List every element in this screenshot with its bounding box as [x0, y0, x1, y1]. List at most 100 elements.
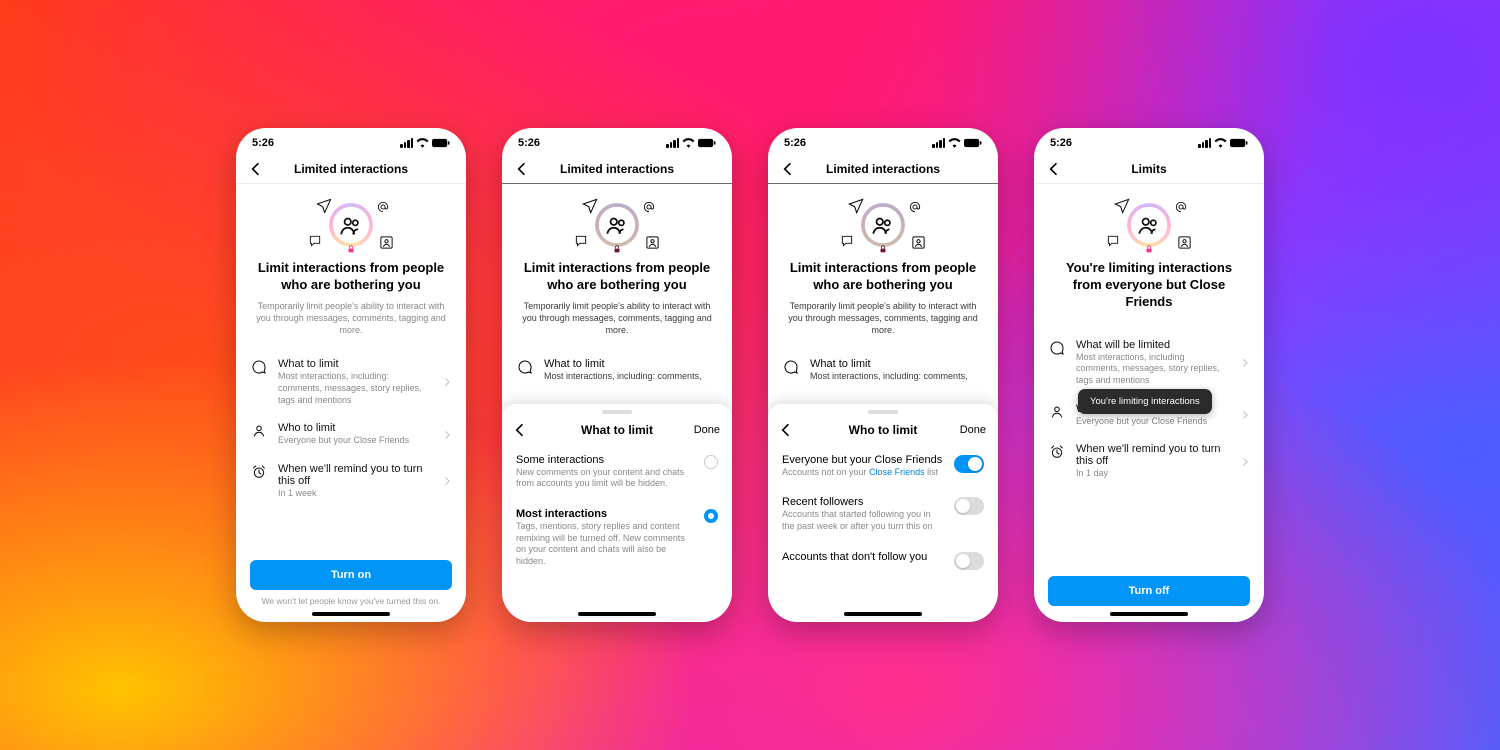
turn-off-button[interactable]: Turn off	[1048, 576, 1250, 606]
close-friends-link[interactable]: Close Friends	[869, 467, 925, 477]
row-sub: In 1 day	[1076, 468, 1230, 480]
status-indicators	[400, 138, 450, 148]
what-to-limit-sheet: What to limit Done Some interactionsNew …	[502, 404, 732, 622]
chat-outline-icon	[250, 358, 268, 375]
chevron-right-icon	[1240, 410, 1250, 420]
toggle-sub: Accounts not on your Close Friends list	[782, 467, 944, 479]
send-icon	[316, 198, 332, 214]
home-indicator	[1110, 612, 1188, 616]
people-icon	[1136, 212, 1162, 238]
person-frame-icon	[1177, 235, 1192, 250]
hero-heading: You're limiting interactions from everyo…	[1052, 260, 1246, 311]
toggle-title: Recent followers	[782, 496, 944, 508]
chat-outline-icon	[1048, 339, 1066, 356]
chat-icon	[308, 234, 322, 248]
battery-icon	[1230, 138, 1248, 148]
toggle-title: Everyone but your Close Friends	[782, 454, 944, 466]
hero-section: Limit interactions from people who are b…	[236, 184, 466, 346]
toggle-switch-off[interactable]	[954, 552, 984, 570]
chevron-right-icon	[1240, 457, 1250, 467]
home-indicator	[844, 612, 922, 616]
hero-body: Temporarily limit people's ability to in…	[254, 300, 448, 336]
person-icon	[1048, 403, 1066, 420]
cta-footnote: We won't let people know you've turned t…	[250, 596, 452, 606]
lock-icon	[1144, 244, 1154, 254]
toggle-title: Accounts that don't follow you	[782, 551, 944, 563]
at-icon	[1174, 200, 1188, 214]
row-sub: Most interactions, including: comments, …	[278, 371, 432, 406]
toggle-switch-on[interactable]	[954, 455, 984, 473]
sheet-title: Who to limit	[849, 423, 918, 437]
nav-title: Limits	[1131, 162, 1166, 176]
option-some-interactions[interactable]: Some interactionsNew comments on your co…	[502, 446, 732, 500]
row-sub: Everyone but your Close Friends	[278, 435, 432, 447]
row-reminder[interactable]: When we'll remind you to turn this offIn…	[236, 455, 466, 508]
clock-icon	[1048, 443, 1066, 460]
done-button[interactable]: Done	[960, 424, 986, 436]
who-to-limit-sheet: Who to limit Done Everyone but your Clos…	[768, 404, 998, 622]
status-bar: 5:26	[1034, 128, 1264, 154]
hero-illustration	[308, 198, 394, 252]
chevron-right-icon	[1240, 358, 1250, 368]
option-sub: Tags, mentions, story replies and conten…	[516, 521, 694, 568]
chevron-right-icon	[442, 430, 452, 440]
settings-list: What to limitMost interactions, includin…	[236, 346, 466, 511]
clock-icon	[250, 463, 268, 480]
row-what-to-limit[interactable]: What to limitMost interactions, includin…	[236, 350, 466, 414]
phone-2: 5:26 Limited interactions Limit interact…	[502, 128, 732, 622]
status-time: 5:26	[1050, 137, 1072, 149]
status-indicators	[1198, 138, 1248, 148]
done-button[interactable]: Done	[694, 424, 720, 436]
cellular-icon	[1198, 138, 1211, 148]
row-what-limited[interactable]: What will be limitedMost interactions, i…	[1034, 331, 1264, 395]
cellular-icon	[400, 138, 413, 148]
wifi-icon	[416, 138, 429, 148]
toggle-switch-off[interactable]	[954, 497, 984, 515]
nav-title: Limited interactions	[294, 162, 408, 176]
status-time: 5:26	[252, 137, 274, 149]
home-indicator	[312, 612, 390, 616]
back-button[interactable]	[244, 157, 268, 181]
row-sub: In 1 week	[278, 488, 432, 500]
at-icon	[376, 200, 390, 214]
chevron-right-icon	[442, 476, 452, 486]
settings-list: What will be limitedMost interactions, i…	[1034, 327, 1264, 492]
person-frame-icon	[379, 235, 394, 250]
toast-notification: You're limiting interactions	[1078, 389, 1212, 414]
chat-icon	[1106, 234, 1120, 248]
chevron-right-icon	[442, 377, 452, 387]
sheet-back-button[interactable]	[512, 422, 528, 438]
row-title: Who to limit	[278, 422, 432, 434]
phone-4: 5:26 Limits You're limiting interactions…	[1034, 128, 1264, 622]
toggle-close-friends[interactable]: Everyone but your Close Friends Accounts…	[768, 446, 998, 489]
radio-unchecked[interactable]	[704, 455, 718, 469]
row-sub: Everyone but your Close Friends	[1076, 416, 1230, 428]
phone-3: 5:26 Limited interactions Limit interact…	[768, 128, 998, 622]
radio-checked[interactable]	[704, 509, 718, 523]
hero-heading: Limit interactions from people who are b…	[254, 260, 448, 294]
hero-section: You're limiting interactions from everyo…	[1034, 184, 1264, 327]
row-who-to-limit[interactable]: Who to limitEveryone but your Close Frie…	[236, 414, 466, 455]
status-bar: 5:26	[236, 128, 466, 154]
back-button[interactable]	[1042, 157, 1066, 181]
hero-illustration	[1106, 198, 1192, 252]
option-title: Some interactions	[516, 454, 694, 466]
battery-icon	[432, 138, 450, 148]
phone-1: 5:26 Limited interactions Limit interact…	[236, 128, 466, 622]
send-icon	[1114, 198, 1130, 214]
gradient-background: 5:26 Limited interactions Limit interact…	[0, 0, 1500, 750]
option-most-interactions[interactable]: Most interactionsTags, mentions, story r…	[502, 500, 732, 578]
row-sub: Most interactions, including comments, m…	[1076, 352, 1230, 387]
sheet-back-button[interactable]	[778, 422, 794, 438]
row-reminder[interactable]: When we'll remind you to turn this offIn…	[1034, 435, 1264, 488]
toggle-sub: Accounts that started following you in t…	[782, 509, 944, 532]
sheet-nav: Who to limit Done	[768, 414, 998, 446]
turn-on-button[interactable]: Turn on	[250, 560, 452, 590]
nav-bar: Limited interactions	[236, 154, 466, 184]
row-title: When we'll remind you to turn this off	[1076, 443, 1230, 467]
option-sub: New comments on your content and chats f…	[516, 467, 694, 490]
toggle-nonfollowers[interactable]: Accounts that don't follow you	[768, 543, 998, 580]
sheet-title: What to limit	[581, 423, 653, 437]
toggle-recent-followers[interactable]: Recent followersAccounts that started fo…	[768, 488, 998, 542]
wifi-icon	[1214, 138, 1227, 148]
